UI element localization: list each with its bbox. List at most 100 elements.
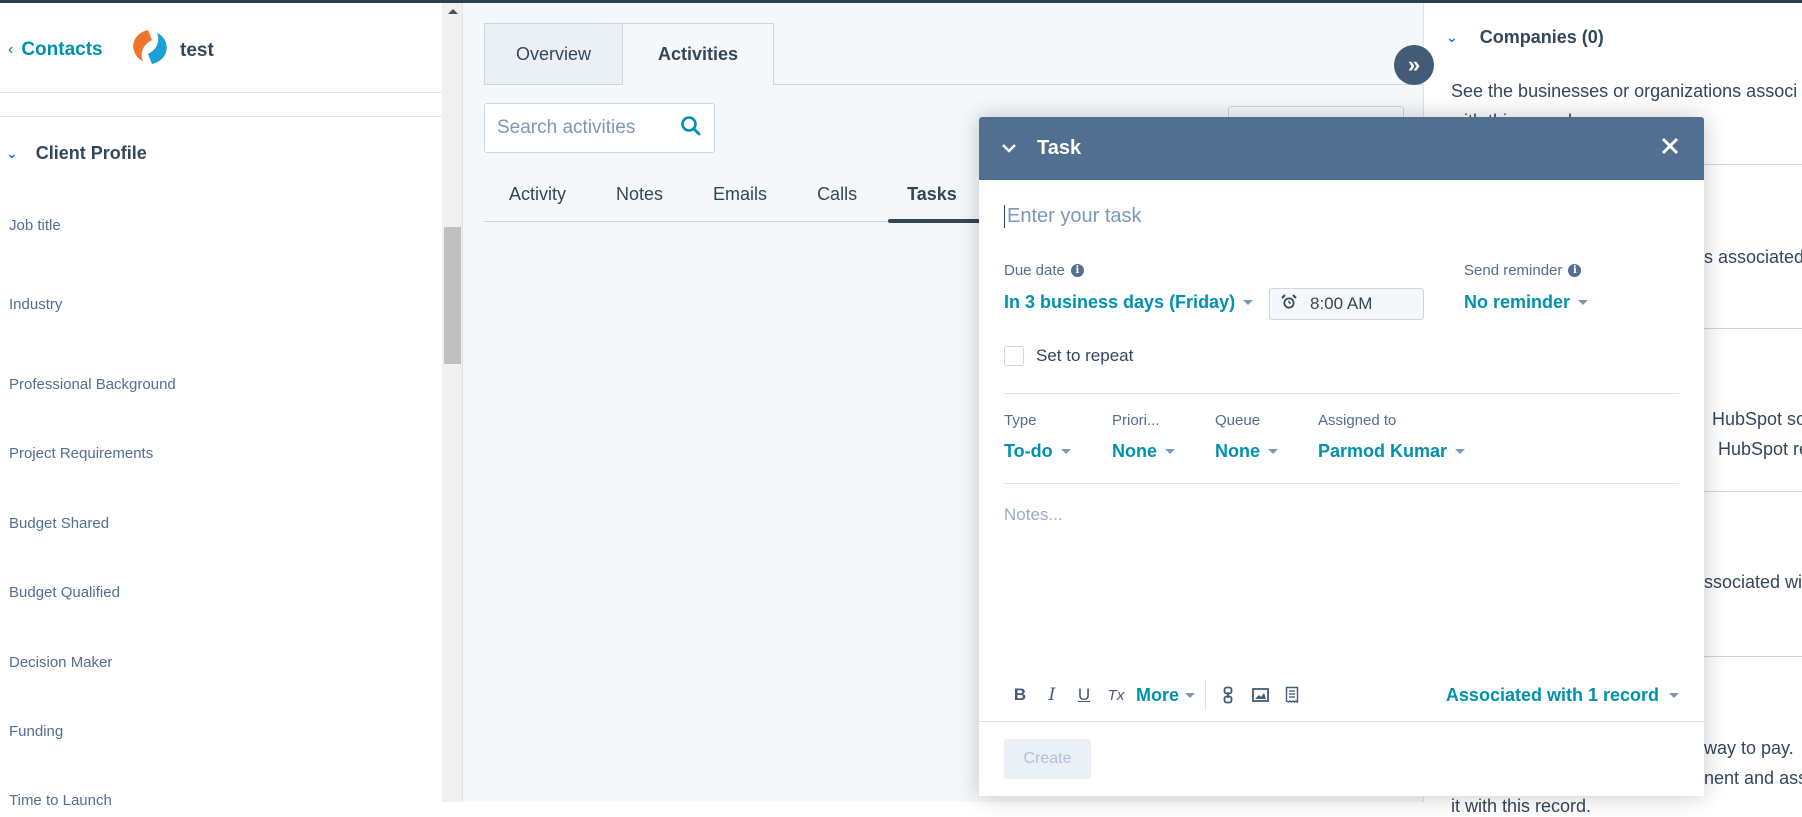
activity-tab-activity[interactable]: Activity: [484, 178, 591, 210]
activity-tab-emails[interactable]: Emails: [688, 178, 792, 210]
due-date-label: Due date i: [1004, 262, 1084, 279]
clear-formatting-button[interactable]: Tx: [1100, 681, 1132, 709]
tab-overview[interactable]: Overview: [484, 23, 623, 85]
section-title: Client Profile: [35, 143, 147, 163]
type-value: To-do: [1004, 441, 1053, 461]
reminder-dropdown[interactable]: No reminder: [1464, 292, 1589, 313]
bold-button[interactable]: B: [1004, 681, 1036, 709]
property-label: Professional Background: [9, 376, 176, 393]
due-time-value: 8:00 AM: [1310, 294, 1373, 313]
expand-sidebar-button[interactable]: »: [1394, 45, 1434, 85]
caret-down-icon: [1243, 300, 1254, 305]
close-icon[interactable]: [1660, 136, 1680, 161]
image-icon[interactable]: [1244, 681, 1276, 709]
active-tab-indicator: [888, 219, 988, 223]
priority-dropdown[interactable]: None: [1112, 441, 1175, 462]
info-icon[interactable]: i: [1070, 264, 1084, 277]
section-description: ssociated wi: [1704, 572, 1802, 592]
divider: [774, 84, 1423, 85]
italic-button[interactable]: I: [1036, 681, 1068, 709]
create-task-button[interactable]: Create: [1004, 739, 1091, 779]
scrollbar-thumb[interactable]: [444, 227, 461, 364]
set-to-repeat-checkbox[interactable]: Set to repeat: [1004, 346, 1133, 366]
record-name: test: [180, 40, 214, 61]
priority-value: None: [1112, 441, 1157, 461]
activity-tab-notes[interactable]: Notes: [591, 178, 688, 210]
toolbar-divider: [1205, 680, 1207, 710]
scroll-up-arrow-icon[interactable]: [448, 9, 458, 14]
assigned-to-label: Assigned to: [1318, 412, 1397, 429]
caret-down-icon: [1268, 449, 1278, 454]
priority-label: Priori...: [1112, 412, 1160, 429]
record-tabs: Overview Activities: [484, 23, 774, 85]
chevron-left-icon: ‹: [8, 41, 14, 58]
divider: [0, 116, 442, 117]
reminder-value: No reminder: [1464, 292, 1571, 312]
property-label: Decision Maker: [9, 654, 113, 671]
tab-activities[interactable]: Activities: [623, 23, 774, 85]
underline-button[interactable]: U: [1068, 681, 1100, 709]
send-reminder-label-text: Send reminder: [1464, 262, 1563, 279]
caret-down-icon: [1578, 300, 1589, 305]
chevron-down-icon: ⌄: [6, 145, 18, 161]
due-time-input[interactable]: 8:00 AM: [1269, 288, 1424, 320]
associations-label: Associated with 1 record: [1445, 684, 1659, 705]
queue-label: Queue: [1215, 412, 1261, 429]
caret-down-icon: [1060, 449, 1071, 454]
checkbox[interactable]: [1004, 346, 1024, 366]
activity-tab-tasks[interactable]: Tasks: [882, 178, 982, 210]
section-description: it with this record.: [1451, 796, 1592, 816]
section-description: HubSpot so: [1712, 409, 1802, 429]
notes-editor[interactable]: Notes...: [1004, 505, 1063, 525]
search-activities-input[interactable]: [497, 117, 657, 139]
section-toggle-client-profile[interactable]: ⌄ Client Profile: [6, 143, 147, 164]
search-icon[interactable]: [680, 115, 702, 142]
queue-dropdown[interactable]: None: [1215, 441, 1278, 462]
section-description: way to pay.: [1704, 738, 1794, 758]
caret-down-icon: [1185, 692, 1196, 698]
section-description: s associated: [1704, 247, 1802, 267]
section-description: HubSpot re: [1718, 439, 1802, 459]
assigned-to-value: Parmod Kumar: [1318, 441, 1448, 461]
back-to-contacts-link[interactable]: ‹ Contacts: [8, 39, 103, 61]
set-to-repeat-label: Set to repeat: [1036, 346, 1134, 365]
task-modal-header: Task: [979, 117, 1704, 180]
link-icon[interactable]: [1212, 681, 1244, 709]
associations-dropdown[interactable]: Associated with 1 record: [1446, 685, 1679, 706]
due-date-dropdown[interactable]: In 3 business days (Friday): [1004, 292, 1254, 313]
left-panel-scrollbar[interactable]: [442, 3, 463, 802]
info-icon[interactable]: i: [1568, 264, 1582, 277]
property-label: Budget Shared: [9, 515, 110, 532]
property-label: Funding: [9, 723, 64, 740]
queue-value: None: [1215, 441, 1260, 461]
more-label: More: [1136, 684, 1180, 705]
divider: [1004, 483, 1679, 484]
chevron-down-icon: ⌄: [1446, 29, 1458, 45]
notes-toolbar: B I U Tx More Associated with 1 record: [1004, 680, 1679, 710]
send-reminder-label: Send reminder i: [1464, 262, 1582, 279]
assigned-to-dropdown[interactable]: Parmod Kumar: [1318, 441, 1466, 462]
property-label: Job title: [9, 217, 61, 234]
left-panel: ‹ Contacts test ⌄ Client Profile Job tit…: [0, 3, 442, 809]
type-dropdown[interactable]: To-do: [1004, 441, 1071, 462]
caret-down-icon: [1455, 449, 1466, 454]
snippet-icon[interactable]: [1276, 681, 1308, 709]
task-modal-title: Task: [1037, 137, 1082, 159]
divider: [979, 721, 1704, 722]
double-chevron-right-icon: »: [1407, 52, 1421, 77]
section-toggle-companies[interactable]: ⌄ Companies (0): [1446, 27, 1604, 48]
task-title-input[interactable]: [1004, 205, 1654, 228]
caret-down-icon: [1669, 692, 1679, 698]
companies-description: See the businesses or organizations asso…: [1451, 81, 1798, 101]
divider: [1004, 393, 1679, 394]
caret-down-icon: [1165, 449, 1175, 454]
type-label: Type: [1004, 412, 1037, 429]
more-formatting-dropdown[interactable]: More: [1136, 684, 1196, 706]
property-label: Project Requirements: [9, 445, 154, 462]
activity-tab-calls[interactable]: Calls: [792, 178, 882, 210]
minimize-chevron-icon[interactable]: [1001, 140, 1017, 158]
activity-type-tabs: Activity Notes Emails Calls Tasks: [484, 178, 982, 210]
divider: [0, 92, 442, 93]
alarm-clock-icon: [1280, 293, 1298, 316]
due-date-label-text: Due date: [1004, 262, 1065, 279]
